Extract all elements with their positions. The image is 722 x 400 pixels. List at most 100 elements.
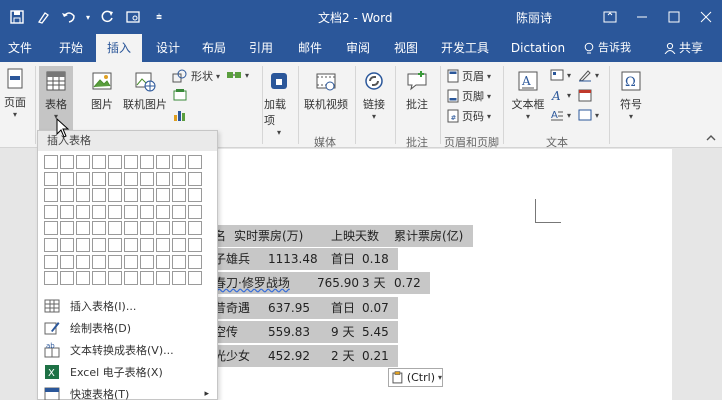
minimize-icon[interactable] xyxy=(626,0,658,34)
grid-cell[interactable] xyxy=(156,271,170,286)
smartart-button[interactable]: ▾ xyxy=(226,68,249,82)
wordart-button[interactable]: A ▾ xyxy=(550,88,571,102)
grid-cell[interactable] xyxy=(172,254,186,269)
grid-cell[interactable] xyxy=(124,155,138,169)
grid-cell[interactable] xyxy=(92,204,106,219)
grid-cell[interactable] xyxy=(172,237,186,252)
table-row[interactable]: 昔奇遇 637.95 首日 0.07 xyxy=(210,297,398,319)
page-number-button[interactable]: # 页码 ▾ xyxy=(447,108,491,124)
grid-cell[interactable] xyxy=(44,221,58,236)
grid-cell[interactable] xyxy=(140,171,154,186)
grid-cell[interactable] xyxy=(156,171,170,186)
table-row[interactable]: 春刀·修罗战场 765.90 3 天 0.72 xyxy=(210,272,430,294)
tab-mailings[interactable]: 邮件 xyxy=(289,34,331,62)
tab-file[interactable]: 文件 xyxy=(0,34,40,62)
text-to-table-item[interactable]: ab 文本转换成表格(V)... xyxy=(38,339,217,361)
grid-cell[interactable] xyxy=(60,155,74,169)
tab-dictation[interactable]: Dictation xyxy=(505,34,571,62)
grid-cell[interactable] xyxy=(140,254,154,269)
close-icon[interactable] xyxy=(690,0,722,34)
addins-button[interactable]: 加载项 ▾ xyxy=(264,70,294,137)
table-size-grid[interactable] xyxy=(44,155,202,286)
grid-cell[interactable] xyxy=(108,188,122,203)
tab-insert[interactable]: 插入 xyxy=(96,34,142,62)
table-row[interactable]: 名 实时票房(万) 上映天数 累计票房(亿) xyxy=(210,225,473,247)
grid-cell[interactable] xyxy=(188,237,202,252)
chart-button[interactable] xyxy=(172,108,188,122)
undo-dropdown-icon[interactable]: ▾ xyxy=(84,6,92,28)
grid-cell[interactable] xyxy=(60,188,74,203)
collapse-ribbon-button[interactable] xyxy=(706,134,716,142)
tell-me-box[interactable]: 告诉我 xyxy=(584,34,631,62)
grid-cell[interactable] xyxy=(44,271,58,286)
grid-cell[interactable] xyxy=(108,237,122,252)
grid-cell[interactable] xyxy=(92,221,106,236)
grid-cell[interactable] xyxy=(140,221,154,236)
grid-cell[interactable] xyxy=(140,188,154,203)
grid-cell[interactable] xyxy=(44,204,58,219)
grid-cell[interactable] xyxy=(172,171,186,186)
grid-cell[interactable] xyxy=(60,221,74,236)
grid-cell[interactable] xyxy=(140,237,154,252)
screenshot-button[interactable] xyxy=(172,88,188,102)
picture-button[interactable]: 图片 xyxy=(87,70,117,112)
grid-cell[interactable] xyxy=(44,155,58,169)
grid-cell[interactable] xyxy=(108,204,122,219)
online-picture-button[interactable]: 联机图片 xyxy=(121,70,169,112)
insert-table-item[interactable]: 插入表格(I)... xyxy=(38,295,217,317)
grid-cell[interactable] xyxy=(140,271,154,286)
grid-cell[interactable] xyxy=(44,254,58,269)
grid-cell[interactable] xyxy=(76,254,90,269)
tab-review[interactable]: 审阅 xyxy=(338,34,378,62)
grid-cell[interactable] xyxy=(140,155,154,169)
grid-cell[interactable] xyxy=(76,271,90,286)
grid-cell[interactable] xyxy=(92,171,106,186)
table-row[interactable]: 空传 559.83 9 天 5.45 xyxy=(210,321,398,343)
grid-cell[interactable] xyxy=(76,221,90,236)
grid-cell[interactable] xyxy=(188,271,202,286)
online-video-button[interactable]: 联机视频 xyxy=(302,70,350,112)
object-button[interactable]: ▾ xyxy=(578,108,599,122)
shapes-button[interactable]: 形状 ▾ xyxy=(172,68,220,84)
grid-cell[interactable] xyxy=(188,254,202,269)
grid-cell[interactable] xyxy=(156,237,170,252)
undo-icon[interactable] xyxy=(58,6,80,28)
page-button[interactable]: 页面 ▾ xyxy=(0,68,30,119)
grid-cell[interactable] xyxy=(76,237,90,252)
grid-cell[interactable] xyxy=(124,171,138,186)
grid-cell[interactable] xyxy=(44,171,58,186)
grid-cell[interactable] xyxy=(156,254,170,269)
tab-view[interactable]: 视图 xyxy=(385,34,427,62)
draw-table-item[interactable]: 绘制表格(D) xyxy=(38,317,217,339)
save-icon[interactable] xyxy=(6,6,28,28)
grid-cell[interactable] xyxy=(44,188,58,203)
tab-home[interactable]: 开始 xyxy=(50,34,92,62)
link-button[interactable]: 链接 ▾ xyxy=(358,70,390,121)
grid-cell[interactable] xyxy=(92,188,106,203)
grid-cell[interactable] xyxy=(60,204,74,219)
comment-button[interactable]: 批注 xyxy=(400,70,434,112)
grid-cell[interactable] xyxy=(140,204,154,219)
grid-cell[interactable] xyxy=(188,171,202,186)
redo-icon[interactable] xyxy=(96,6,118,28)
drop-cap-button[interactable]: A ▾ xyxy=(550,108,571,122)
grid-cell[interactable] xyxy=(124,188,138,203)
grid-cell[interactable] xyxy=(188,221,202,236)
grid-cell[interactable] xyxy=(92,271,106,286)
grid-cell[interactable] xyxy=(124,271,138,286)
symbol-button[interactable]: Ω 符号 ▾ xyxy=(616,70,646,121)
quick-tables-item[interactable]: 快速表格(T) ▸ xyxy=(38,383,217,400)
share-button[interactable]: 共享 xyxy=(664,34,703,62)
tab-developer[interactable]: 开发工具 xyxy=(436,34,494,62)
grid-cell[interactable] xyxy=(60,254,74,269)
table-row[interactable]: 子雄兵 1113.48 首日 0.18 xyxy=(210,248,398,270)
grid-cell[interactable] xyxy=(172,204,186,219)
grid-cell[interactable] xyxy=(76,204,90,219)
textbox-button[interactable]: A 文本框 ▾ xyxy=(508,70,548,121)
maximize-icon[interactable] xyxy=(658,0,690,34)
grid-cell[interactable] xyxy=(124,204,138,219)
grid-cell[interactable] xyxy=(76,188,90,203)
grid-cell[interactable] xyxy=(156,204,170,219)
grid-cell[interactable] xyxy=(108,254,122,269)
grid-cell[interactable] xyxy=(108,221,122,236)
